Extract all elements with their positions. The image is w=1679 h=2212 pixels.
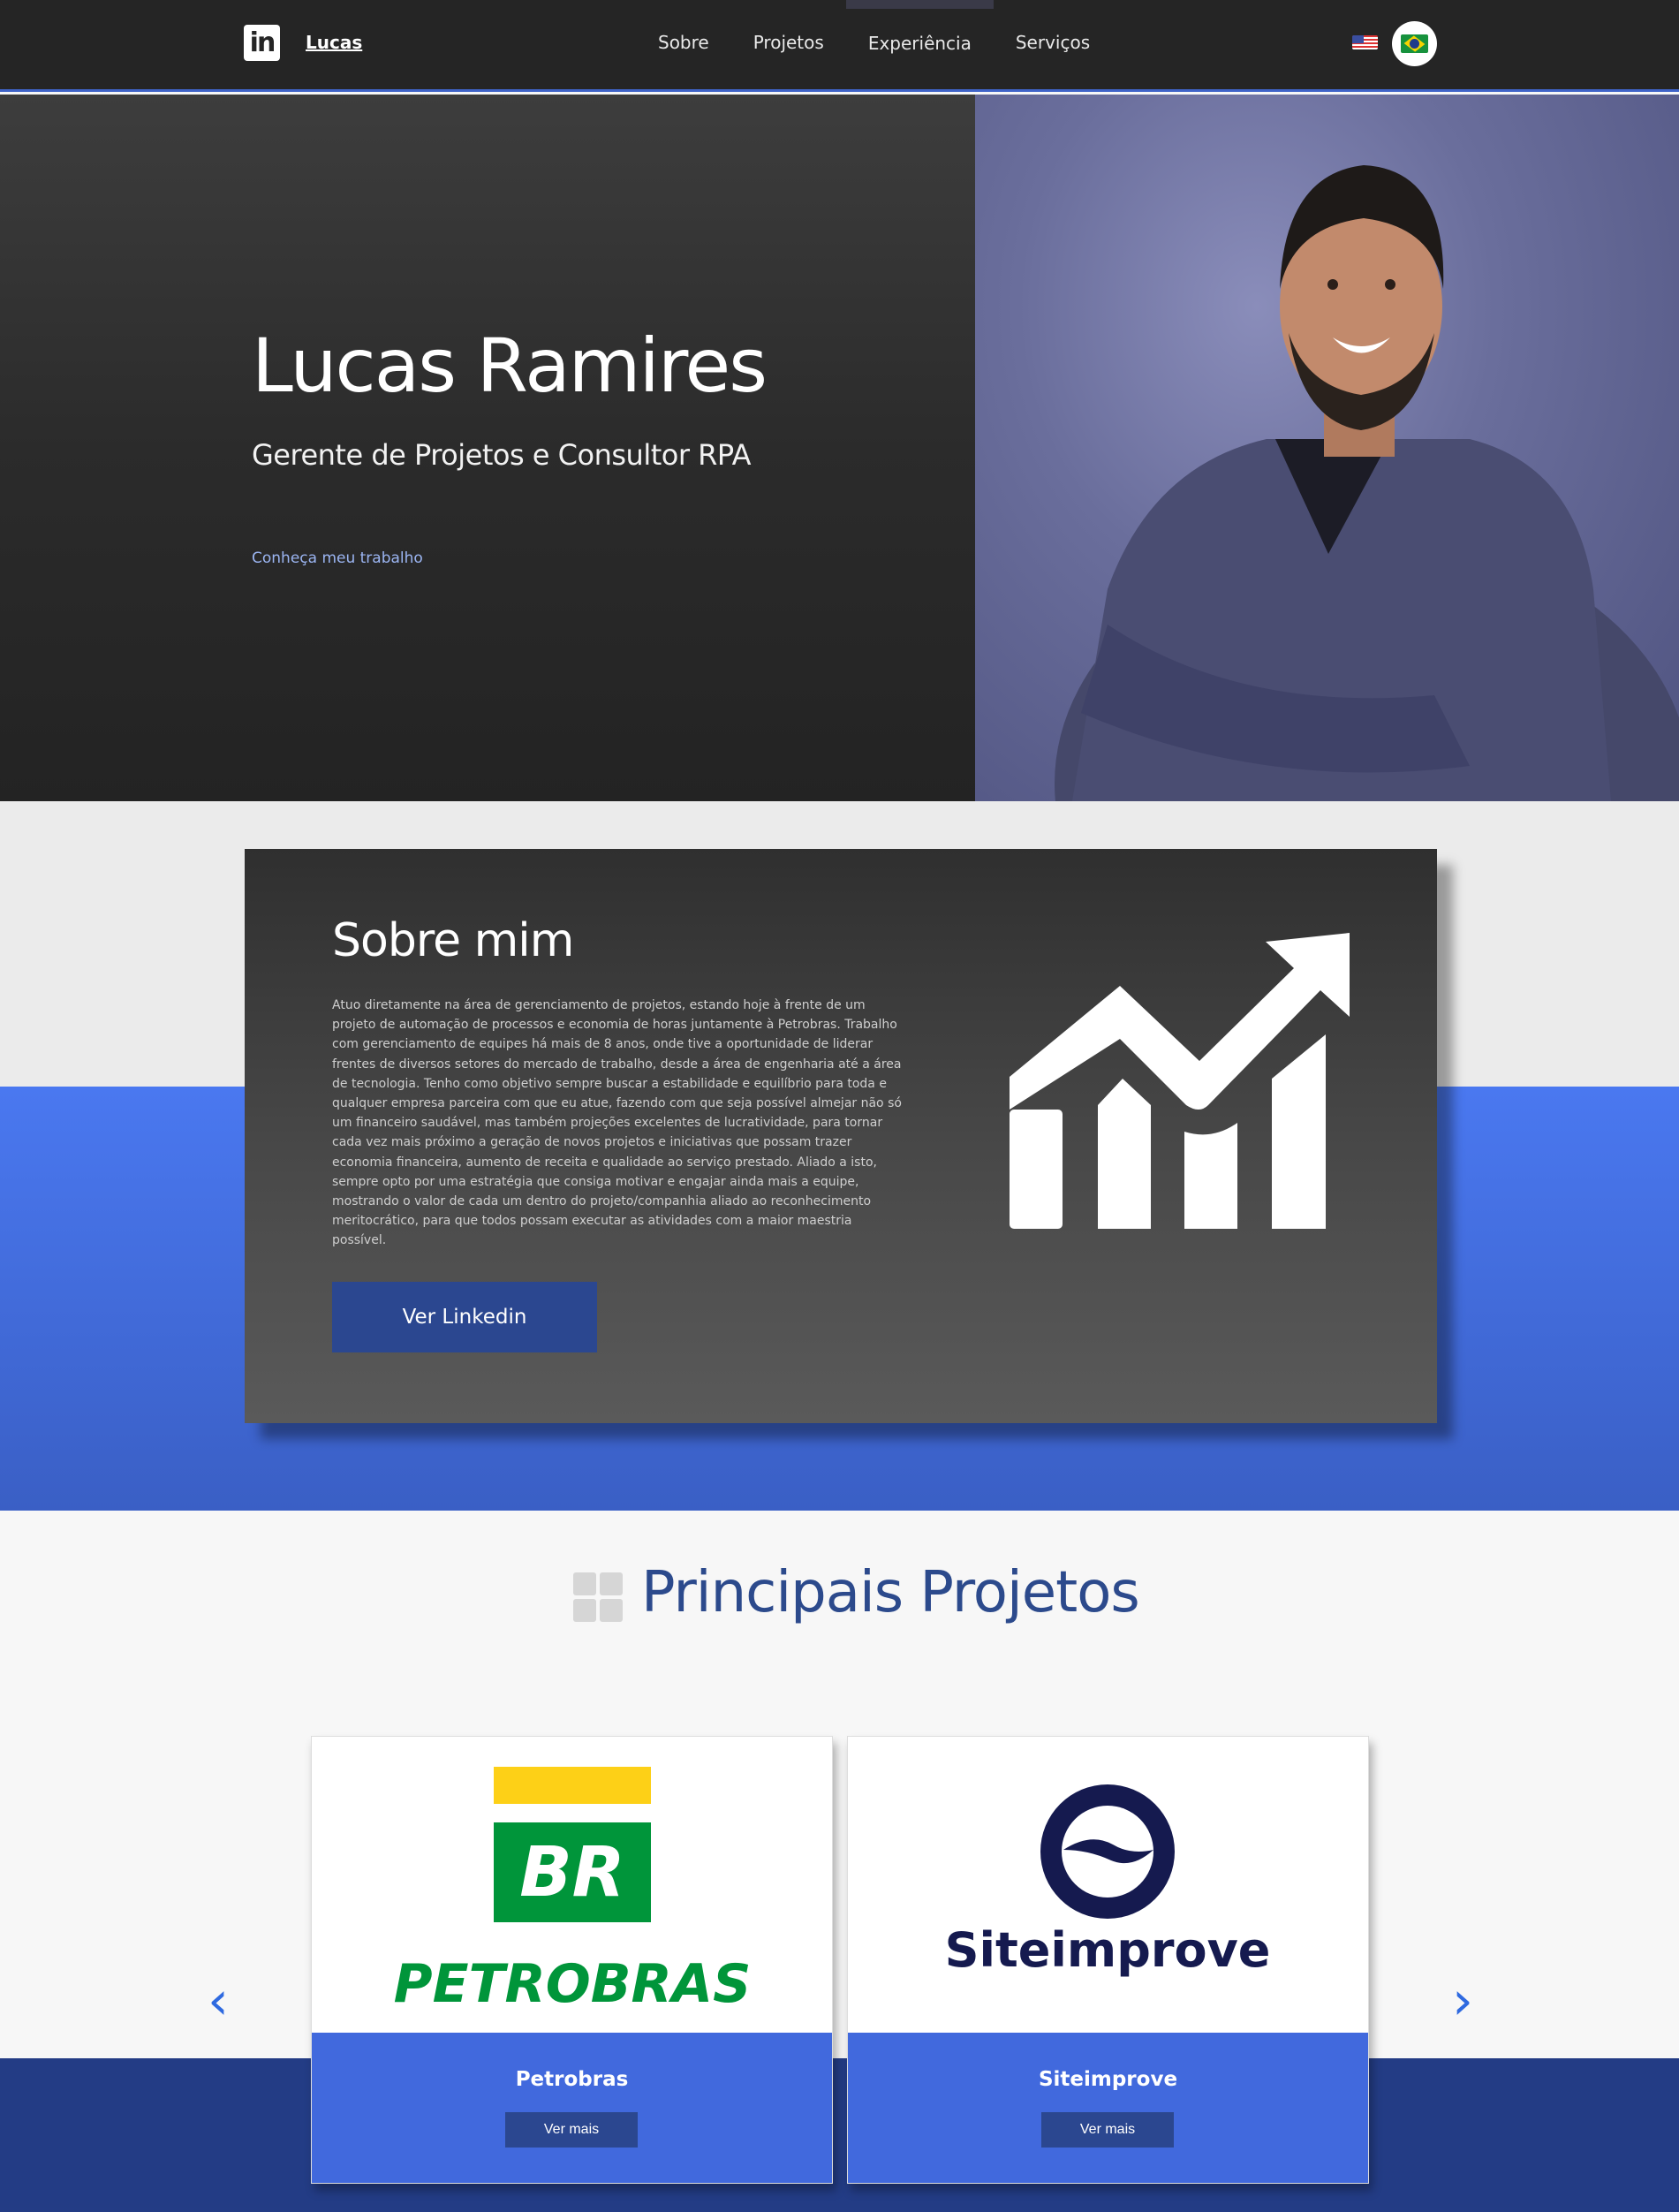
view-linkedin-button[interactable]: Ver Linkedin [332, 1282, 597, 1352]
us-flag-icon[interactable] [1352, 35, 1378, 49]
grid-icon [573, 1572, 623, 1622]
top-navbar: in Lucas Sobre Projetos Experiência Serv… [0, 0, 1679, 92]
profile-photo [975, 95, 1679, 801]
projects-title: Principais Projetos [641, 1560, 1140, 1625]
chevron-left-icon[interactable]: ‹ [205, 1974, 231, 2027]
growth-chart-icon [1010, 933, 1350, 1229]
hero-cta-link[interactable]: Conheça meu trabalho [252, 549, 423, 567]
about-card: Sobre mim Atuo diretamente na área de ge… [245, 849, 1437, 1423]
chevron-right-icon[interactable]: › [1449, 1974, 1476, 2027]
project-card-siteimprove[interactable]: Siteimprove Siteimprove Ver mais [847, 1736, 1369, 2184]
card-footer: Siteimprove Ver mais [848, 2033, 1368, 2183]
see-more-button[interactable]: Ver mais [1041, 2112, 1174, 2148]
nav-item-sobre[interactable]: Sobre [636, 0, 731, 88]
linkedin-icon[interactable]: in [244, 25, 280, 61]
project-name: Siteimprove [1038, 2068, 1178, 2091]
about-title: Sobre mim [332, 914, 574, 967]
project-name: Petrobras [515, 2068, 629, 2091]
about-text: Atuo diretamente na área de gerenciament… [332, 998, 902, 1248]
see-more-button[interactable]: Ver mais [505, 2112, 638, 2148]
petrobras-logo-wordmark: PETROBRAS [394, 1953, 752, 2015]
brand-link[interactable]: Lucas [306, 32, 362, 53]
siteimprove-logo: Siteimprove [848, 1737, 1368, 2033]
nav-item-servicos[interactable]: Serviços [994, 0, 1112, 88]
petrobras-logo-br: BR [519, 1833, 625, 1913]
hero-name: Lucas Ramires [252, 322, 768, 409]
nav-item-experiencia[interactable]: Experiência [845, 0, 994, 88]
petrobras-logo: BR PETROBRAS [312, 1737, 832, 2033]
nav-item-projetos[interactable]: Projetos [731, 0, 846, 88]
main-menu: Sobre Projetos Experiência Serviços [636, 0, 1112, 88]
projects-background-bottom [0, 2058, 1679, 2212]
siteimprove-wordmark: Siteimprove [945, 1922, 1271, 1978]
card-footer: Petrobras Ver mais [312, 2033, 832, 2183]
brazil-flag-icon [1401, 34, 1428, 53]
project-card-petrobras[interactable]: BR PETROBRAS Petrobras Ver mais [311, 1736, 833, 2184]
hero-title: Gerente de Projetos e Consultor RPA [252, 438, 752, 472]
language-toggle[interactable] [1392, 21, 1437, 66]
